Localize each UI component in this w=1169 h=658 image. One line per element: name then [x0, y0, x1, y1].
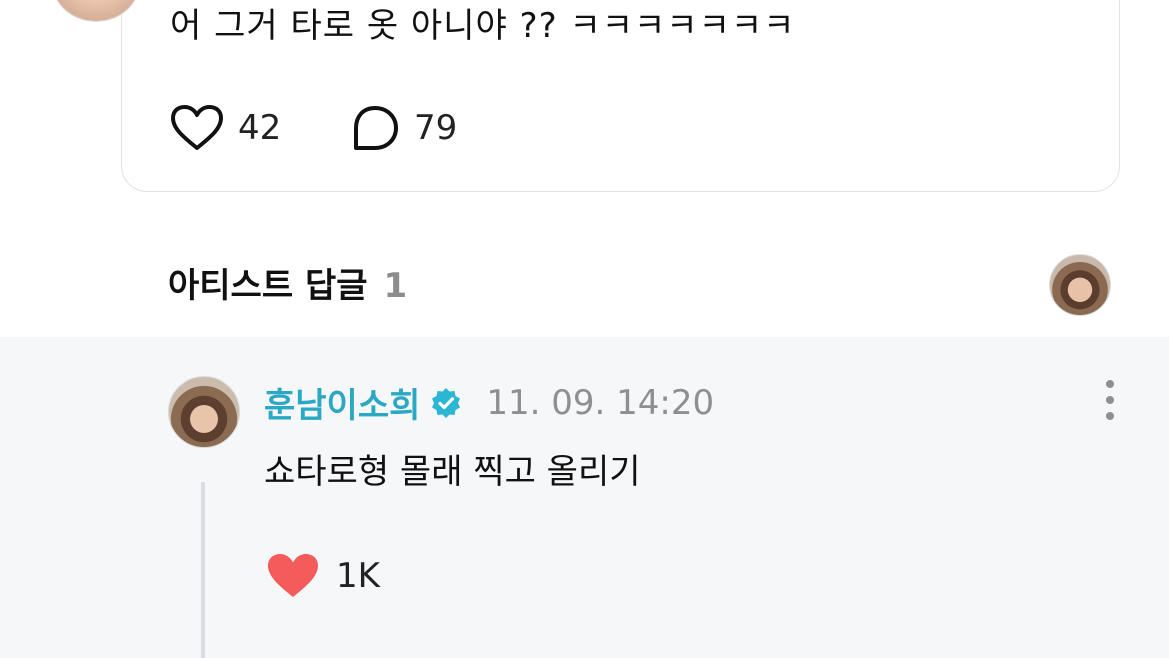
comment-button[interactable]: 79 [350, 104, 457, 152]
more-dot-icon [1106, 412, 1114, 420]
verified-check-icon [432, 387, 461, 418]
reply-like-count: 1K [336, 556, 380, 596]
artist-replies-title: 아티스트 답글 [168, 266, 368, 306]
comment-text: 어 그거 타로 옷 아니야 ?? ㅋㅋㅋㅋㅋㅋㅋ [170, 6, 796, 46]
reply-like-button[interactable]: 1K [266, 552, 380, 600]
more-dot-icon [1106, 380, 1114, 388]
reply-meta: 훈남이소희 11. 09. 14:20 [264, 378, 714, 427]
reply-text: 쇼타로형 몰래 찍고 올리기 [264, 452, 641, 492]
artist-avatar[interactable] [1049, 254, 1111, 316]
artist-replies-count: 1 [383, 266, 408, 306]
thread-line [201, 482, 205, 658]
more-dot-icon [1106, 396, 1114, 404]
reply-author-name[interactable]: 훈남이소희 [264, 378, 420, 427]
heart-outline-icon [171, 105, 223, 150]
speech-bubble-icon [354, 106, 398, 150]
reply-timestamp: 11. 09. 14:20 [486, 382, 715, 423]
heart-filled-icon [268, 554, 318, 597]
like-button[interactable]: 42 [170, 104, 281, 152]
reply-author-avatar[interactable] [168, 376, 240, 448]
more-options-button[interactable] [1098, 380, 1122, 420]
comment-count: 79 [414, 108, 458, 148]
like-count: 42 [238, 108, 282, 148]
artist-replies-header: 아티스트 답글 1 [168, 258, 407, 307]
comments-screen: 어 그거 타로 옷 아니야 ?? ㅋㅋㅋㅋㅋㅋㅋ 42 79 아티스트 답글 1… [0, 0, 1169, 658]
